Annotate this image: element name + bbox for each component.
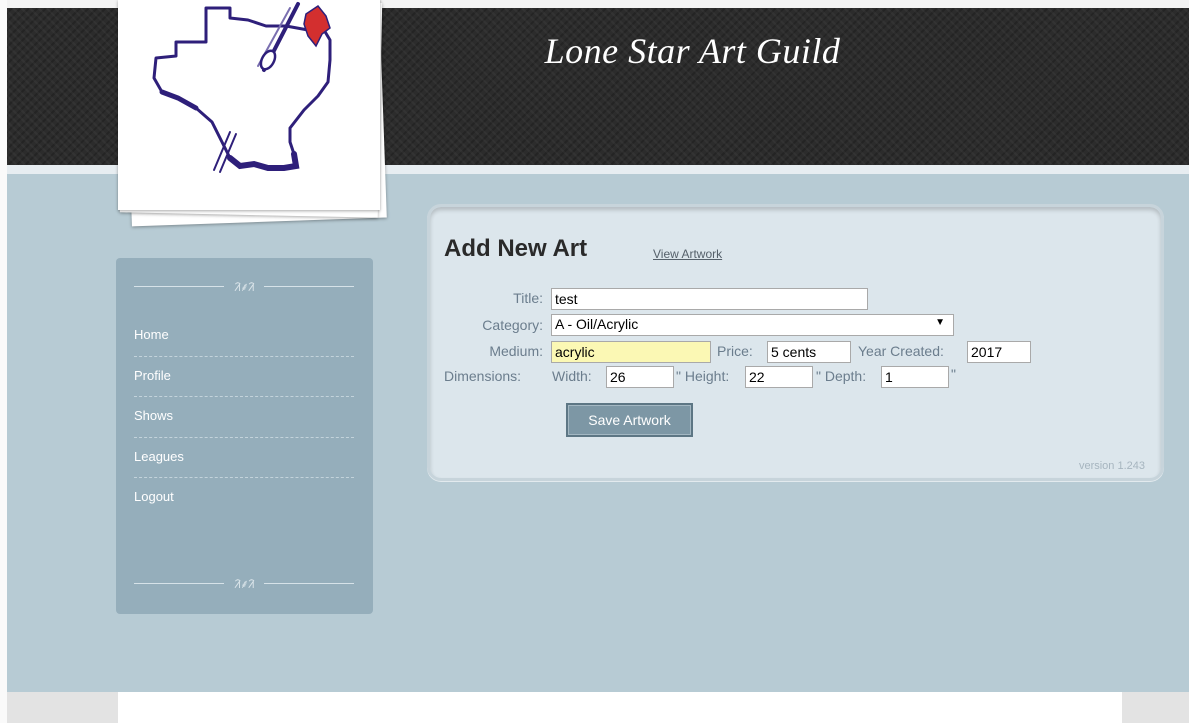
version-label: version 1.243: [1078, 460, 1145, 472]
sidebar-ornament-top: ᱤ⸙ᱤ: [134, 279, 354, 294]
nav-item-leagues[interactable]: Leagues: [134, 438, 354, 478]
ornament-icon: ᱤ⸙ᱤ: [234, 576, 254, 591]
dimensions-label: Dimensions:: [444, 368, 522, 384]
width-label: Width:: [552, 368, 592, 384]
depth-inch-mark: ": [951, 366, 956, 382]
title-field[interactable]: [551, 288, 868, 310]
nav-item-shows[interactable]: Shows: [134, 397, 354, 438]
year-created-field[interactable]: [967, 341, 1031, 363]
page-title: Add New Art: [444, 235, 588, 262]
texas-map-paintbrush-logo[interactable]: [118, 0, 380, 210]
view-artwork-link[interactable]: View Artwork: [653, 247, 722, 261]
footer: [118, 692, 1122, 723]
nav-item-profile[interactable]: Profile: [134, 357, 354, 397]
medium-label: Medium:: [489, 343, 543, 359]
width-field[interactable]: [606, 366, 674, 388]
depth-label: " Depth:: [816, 368, 867, 384]
add-art-panel: Add New Art View Artwork Title: Category…: [427, 204, 1164, 481]
category-label: Category:: [482, 317, 543, 333]
sidebar-nav: ᱤ⸙ᱤ Home Profile Shows Leagues Logout ᱤ⸙…: [116, 258, 373, 614]
title-label: Title:: [513, 290, 543, 306]
medium-field[interactable]: [551, 341, 711, 363]
category-selected-value: A - Oil/Acrylic: [555, 316, 639, 332]
height-label: " Height:: [676, 368, 730, 384]
year-created-label: Year Created:: [858, 343, 944, 359]
nav-list: Home Profile Shows Leagues Logout: [134, 316, 354, 519]
nav-item-home[interactable]: Home: [134, 316, 354, 357]
ornament-icon: ᱤ⸙ᱤ: [234, 279, 254, 294]
save-artwork-button[interactable]: Save Artwork: [566, 403, 693, 437]
category-select[interactable]: A - Oil/Acrylic ▼: [551, 314, 954, 336]
depth-field[interactable]: [881, 366, 949, 388]
site-title: Lone Star Art Guild: [544, 31, 841, 71]
price-field[interactable]: [767, 341, 851, 363]
nav-item-logout[interactable]: Logout: [134, 478, 354, 519]
price-label: Price:: [717, 343, 753, 359]
sidebar-ornament-bottom: ᱤ⸙ᱤ: [134, 576, 354, 591]
chevron-down-icon: ▼: [935, 317, 945, 328]
height-field[interactable]: [745, 366, 813, 388]
page-edge: [0, 0, 7, 723]
